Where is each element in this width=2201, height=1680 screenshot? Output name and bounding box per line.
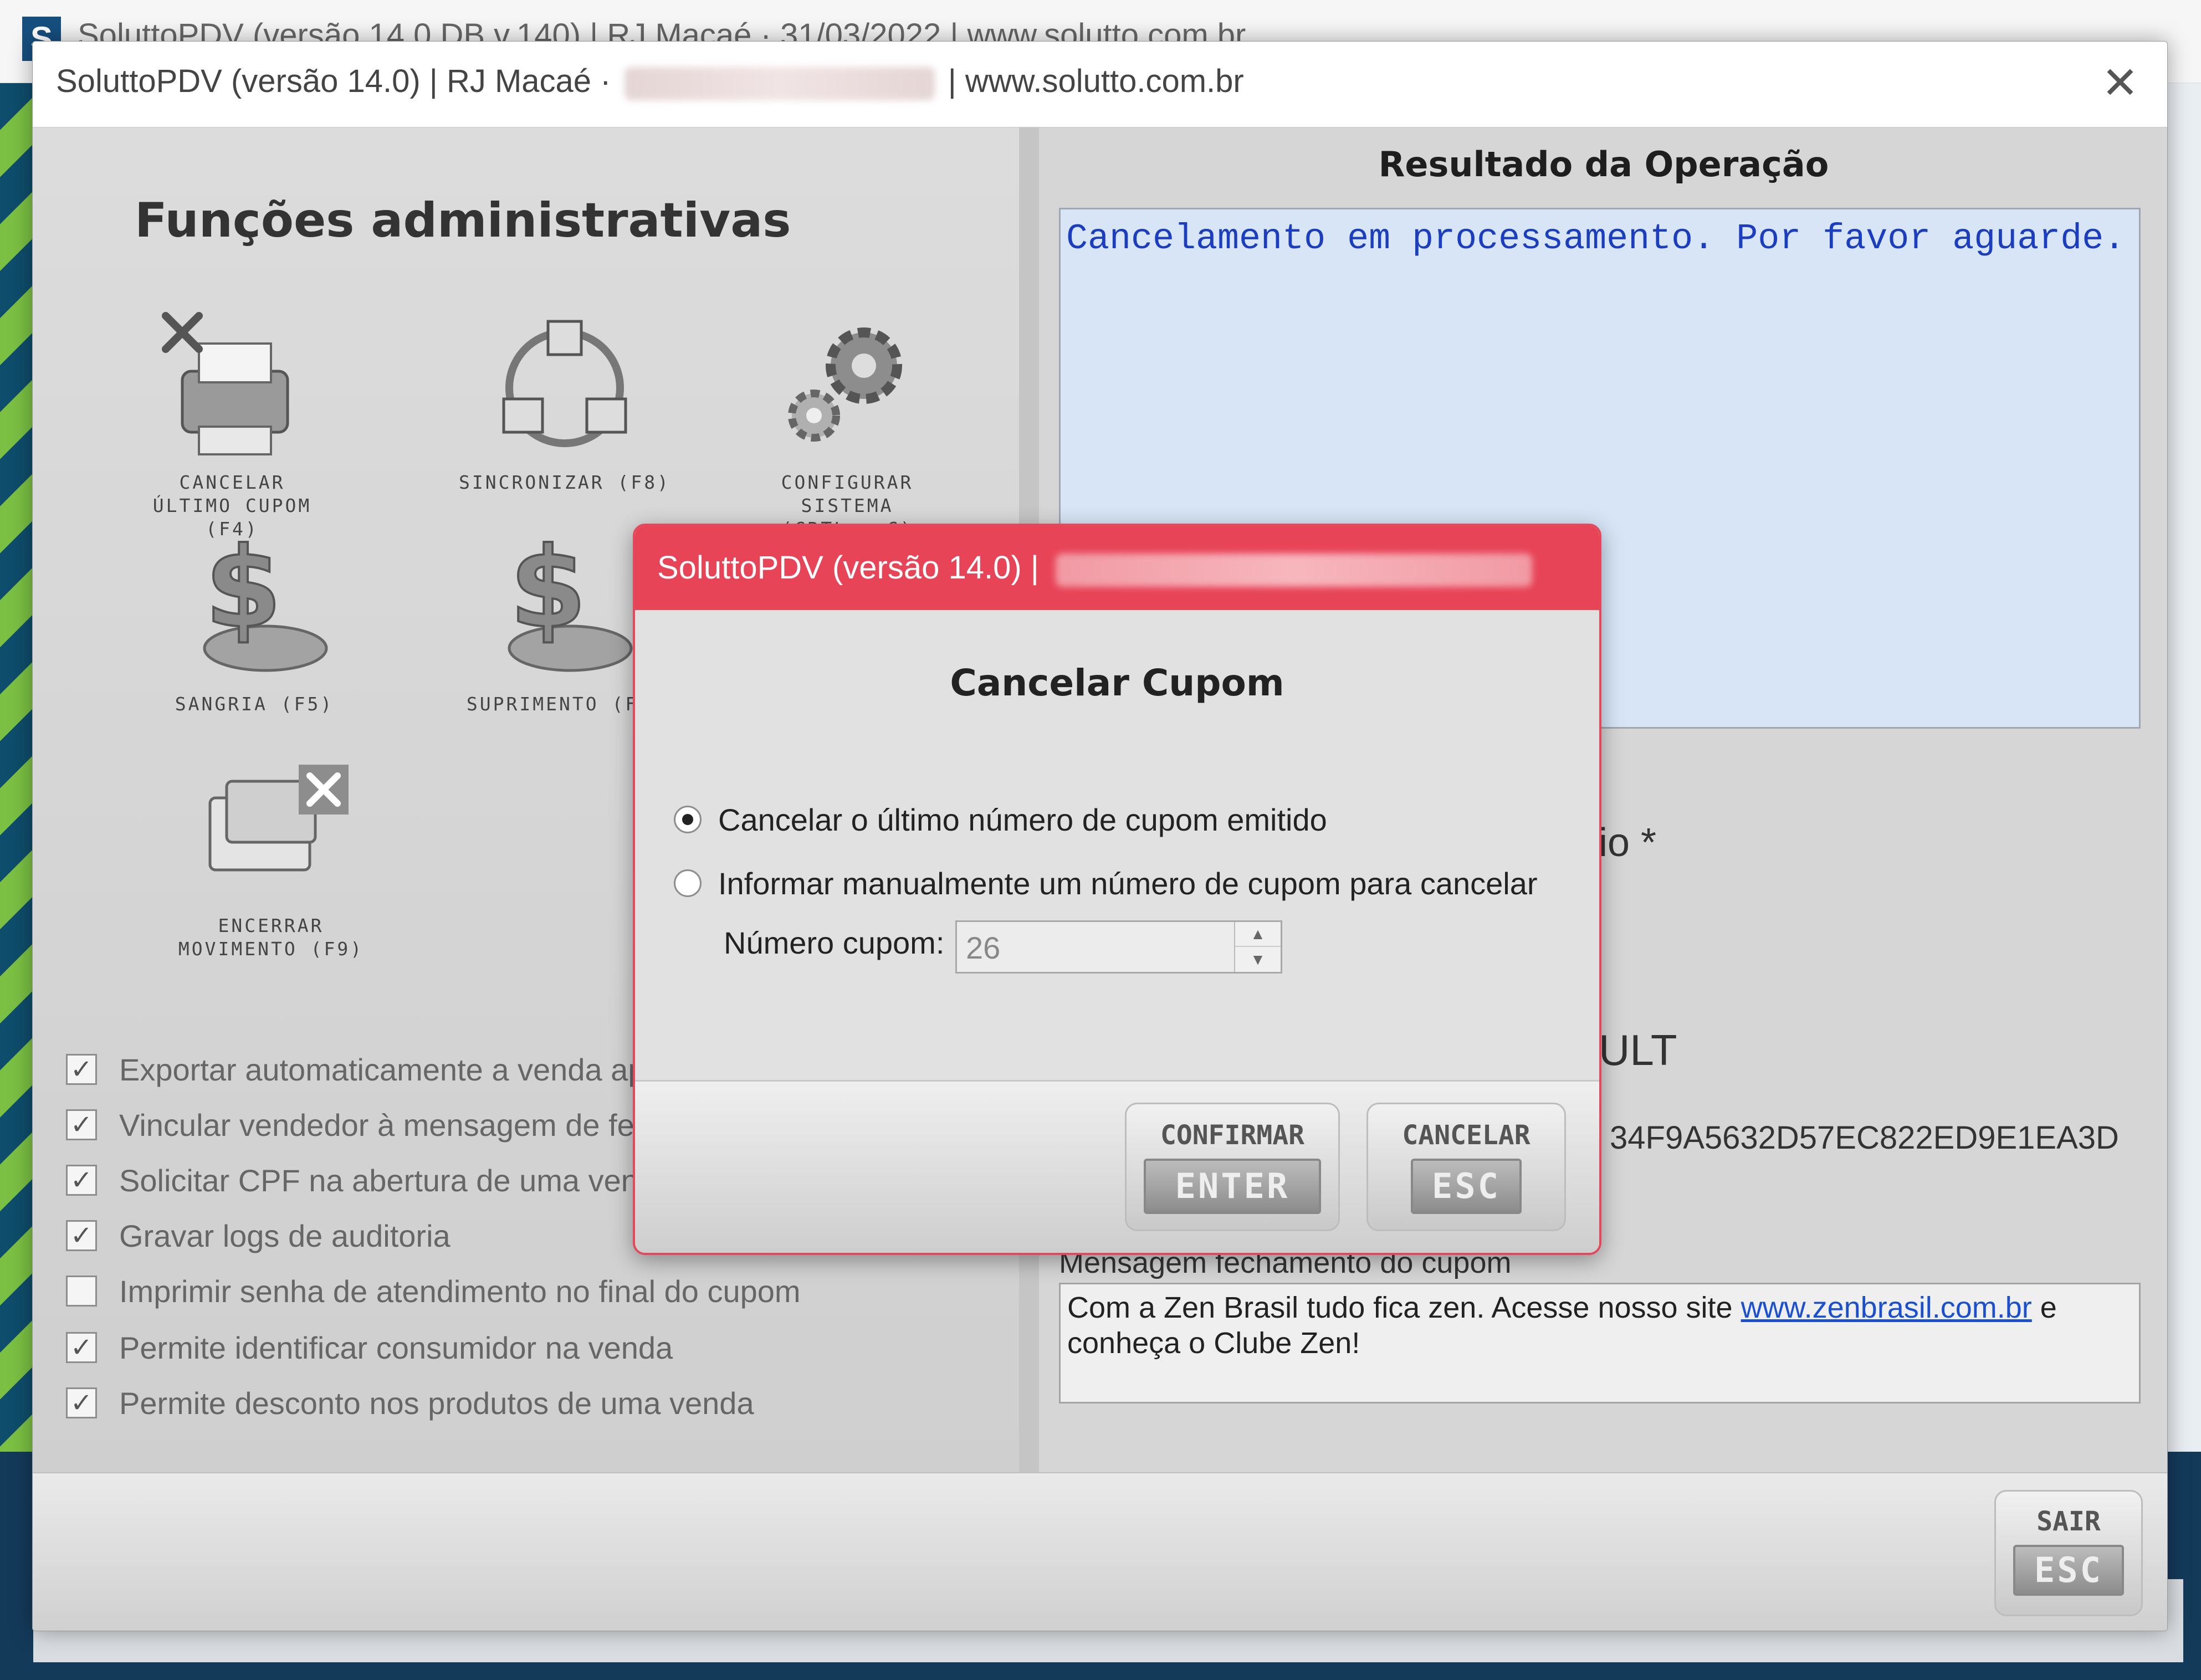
option-export-sale[interactable]: ✓ Exportar automaticamente a venda ap: [66, 1050, 645, 1089]
partial-hash: 34F9A5632D57EC822ED9E1EA3D: [1610, 1120, 2119, 1156]
configure-system-button[interactable]: CONFIGURAR SISTEMA (CRTL + C): [748, 305, 947, 541]
esc-key-label: ESC: [2013, 1545, 2124, 1596]
partial-label: ULT: [1599, 1026, 1677, 1074]
network-sync-icon: [482, 305, 648, 471]
cancel-last-coupon-button[interactable]: CANCELAR ÚLTIMO CUPOM (F4): [138, 305, 326, 541]
withdraw-button[interactable]: $ SANGRIA (F5): [160, 523, 349, 716]
spinner[interactable]: ▲ ▼: [1234, 922, 1281, 972]
radio-label: Informar manualmente um número de cupom …: [718, 865, 1538, 901]
coupon-number-label: Número cupom:: [724, 925, 945, 960]
exit-button[interactable]: SAIR ESC: [1994, 1490, 2143, 1616]
blurred-text: [624, 66, 935, 100]
svg-text:$: $: [509, 526, 586, 653]
function-label: SANGRIA (F5): [175, 693, 334, 715]
svg-text:$: $: [204, 526, 281, 653]
checkbox[interactable]: ✓: [66, 1109, 97, 1140]
confirm-label: CONFIRMAR: [1160, 1120, 1305, 1151]
window-title: SoluttoPDV (versão 14.0) | RJ Macaé · | …: [56, 63, 1244, 100]
checkbox[interactable]: ✓: [66, 1054, 97, 1085]
option-allow-discount[interactable]: ✓ Permite desconto nos produtos de uma v…: [66, 1384, 754, 1422]
option-label: Imprimir senha de atendimento no final d…: [119, 1273, 801, 1309]
partial-label: io *: [1599, 821, 1657, 865]
radio-manual-number[interactable]: Informar manualmente um número de cupom …: [674, 861, 1538, 905]
sync-button[interactable]: SINCRONIZAR (F8): [443, 305, 687, 494]
cancel-button[interactable]: CANCELAR ESC: [1366, 1103, 1566, 1231]
money-supply-icon: $: [476, 523, 642, 693]
coupon-number-value: 26: [966, 930, 1001, 965]
result-title: Resultado da Operação: [1378, 144, 1829, 185]
option-label: Permite desconto nos produtos de uma ven…: [119, 1385, 754, 1421]
dialog-heading: Cancelar Cupom: [950, 662, 1284, 704]
dialog-titlebar: SoluttoPDV (versão 14.0) |: [635, 526, 1599, 610]
radio-button[interactable]: [674, 806, 702, 833]
option-label: Gravar logs de auditoria: [119, 1218, 451, 1253]
dialog-footer: CONFIRMAR ENTER CANCELAR ESC: [635, 1080, 1599, 1253]
checkbox[interactable]: ✓: [66, 1165, 97, 1196]
checkbox[interactable]: [66, 1276, 97, 1307]
option-label: Solicitar CPF na abertura de uma ven: [119, 1162, 638, 1198]
spin-down-icon[interactable]: ▼: [1235, 947, 1281, 972]
option-request-cpf[interactable]: ✓ Solicitar CPF na abertura de uma ven: [66, 1161, 638, 1200]
exit-label: SAIR: [2036, 1506, 2101, 1537]
checkbox[interactable]: ✓: [66, 1332, 97, 1363]
cancel-label: CANCELAR: [1402, 1120, 1531, 1151]
message-text: Com a Zen Brasil tudo fica zen. Acesse n…: [1067, 1291, 1741, 1324]
option-print-ticket[interactable]: Imprimir senha de atendimento no final d…: [66, 1272, 801, 1310]
function-label: SINCRONIZAR (F8): [459, 472, 670, 493]
option-label: Permite identificar consumidor na venda: [119, 1330, 673, 1365]
window-title-prefix: SoluttoPDV (versão 14.0) | RJ Macaé ·: [56, 63, 611, 99]
background-stripes: [0, 83, 33, 1468]
dialog-title: SoluttoPDV (versão 14.0) |: [657, 550, 1039, 586]
radio-label: Cancelar o último número de cupom emitid…: [718, 802, 1327, 837]
enter-key-label: ENTER: [1144, 1159, 1321, 1214]
option-audit-logs[interactable]: ✓ Gravar logs de auditoria: [66, 1216, 451, 1255]
radio-cancel-last[interactable]: Cancelar o último número de cupom emitid…: [674, 797, 1327, 842]
function-label: ENCERRAR MOVIMENTO (F9): [178, 915, 364, 960]
close-icon[interactable]: ✕: [2095, 58, 2145, 108]
radio-button[interactable]: [674, 869, 702, 897]
checkbox[interactable]: ✓: [66, 1220, 97, 1251]
cards-close-icon: [188, 748, 354, 914]
cancel-coupon-dialog: SoluttoPDV (versão 14.0) | Cancelar Cupo…: [633, 524, 1601, 1255]
message-textarea[interactable]: Com a Zen Brasil tudo fica zen. Acesse n…: [1059, 1283, 2141, 1404]
gears-icon: [764, 305, 930, 471]
panel-title: Funções administrativas: [135, 193, 791, 248]
printer-cancel-icon: [149, 305, 315, 471]
checkbox[interactable]: ✓: [66, 1387, 97, 1418]
option-identify-consumer[interactable]: ✓ Permite identificar consumidor na vend…: [66, 1328, 673, 1367]
message-link[interactable]: www.zenbrasil.com.br: [1741, 1291, 2032, 1324]
blurred-text: [1055, 553, 1532, 587]
money-withdraw-icon: $: [171, 523, 337, 693]
result-text: Cancelamento em processamento. Por favor…: [1066, 218, 2126, 259]
coupon-number-stepper[interactable]: 26 ▲ ▼: [955, 920, 1282, 974]
option-label: Exportar automaticamente a venda ap: [119, 1052, 646, 1087]
spin-up-icon[interactable]: ▲: [1235, 922, 1281, 947]
window-title-suffix: | www.solutto.com.br: [948, 63, 1244, 99]
window-titlebar: SoluttoPDV (versão 14.0) | RJ Macaé · | …: [33, 42, 2167, 127]
confirm-button[interactable]: CONFIRMAR ENTER: [1125, 1103, 1340, 1231]
close-movement-button[interactable]: ENCERRAR MOVIMENTO (F9): [166, 748, 376, 961]
bottom-toolbar: SAIR ESC: [33, 1472, 2167, 1631]
option-link-seller[interactable]: ✓ Vincular vendedor à mensagem de fe: [66, 1105, 634, 1144]
esc-key-label: ESC: [1411, 1159, 1522, 1214]
option-label: Vincular vendedor à mensagem de fe: [119, 1107, 634, 1143]
